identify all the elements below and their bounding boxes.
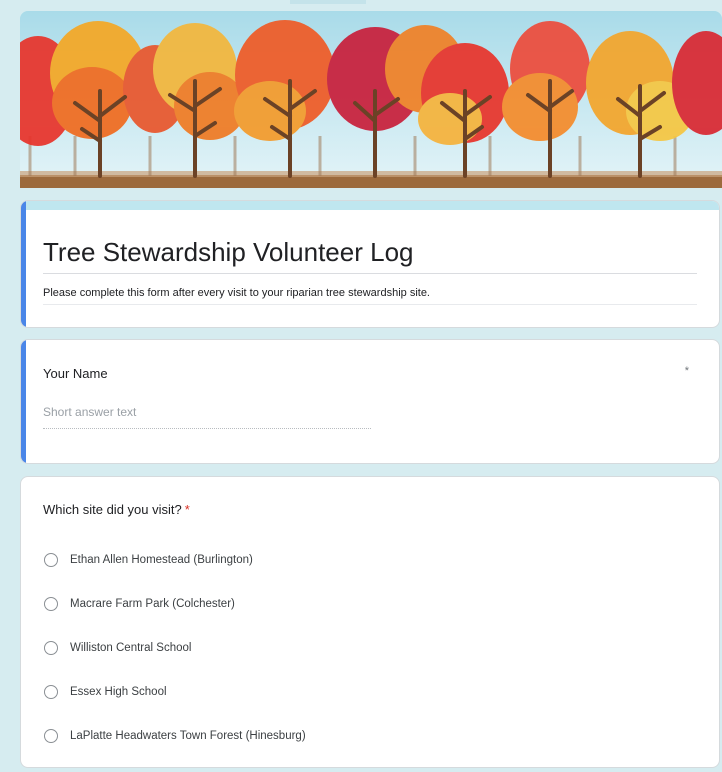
active-card-indicator [21,201,26,327]
radio-button-icon[interactable] [44,685,58,699]
radio-option-macrare[interactable]: Macrare Farm Park (Colchester) [43,582,306,626]
radio-option-essex[interactable]: Essex High School [43,670,306,714]
radio-option-label: Macrare Farm Park (Colchester) [70,598,235,610]
form-description: Please complete this form after every vi… [43,287,430,299]
top-tab-stub [290,0,366,4]
form-title: Tree Stewardship Volunteer Log [43,237,414,267]
radio-option-label: Ethan Allen Homestead (Burlington) [70,554,253,566]
question-label-site: Which site did you visit? * [43,502,190,518]
question-card-site[interactable]: Which site did you visit? * Ethan Allen H… [20,476,720,768]
required-marker: * [684,365,689,377]
radio-button-icon[interactable] [44,597,58,611]
description-divider [43,304,697,305]
radio-button-icon[interactable] [44,641,58,655]
title-divider [43,273,697,274]
selected-question-indicator [21,340,26,463]
question-label-name: Your Name [43,366,108,381]
question-label-site-text: Which site did you visit? [43,502,182,517]
radio-option-label: Essex High School [70,686,167,698]
site-options-list: Ethan Allen Homestead (Burlington) Macra… [43,538,306,758]
header-card-top-strip [21,201,719,210]
required-marker: * [184,502,190,517]
radio-option-ethan-allen[interactable]: Ethan Allen Homestead (Burlington) [43,538,306,582]
radio-option-williston[interactable]: Williston Central School [43,626,306,670]
question-card-name[interactable]: Your Name * Short answer text [20,339,720,464]
radio-option-label: LaPlatte Headwaters Town Forest (Hinesbu… [70,730,306,742]
radio-option-label: Williston Central School [70,642,192,654]
header-banner-image [20,11,722,188]
radio-option-laplatte[interactable]: LaPlatte Headwaters Town Forest (Hinesbu… [43,714,306,758]
radio-button-icon[interactable] [44,729,58,743]
short-answer-input[interactable]: Short answer text [43,404,371,429]
radio-button-icon[interactable] [44,553,58,567]
form-header-card: Tree Stewardship Volunteer Log Please co… [20,200,720,328]
